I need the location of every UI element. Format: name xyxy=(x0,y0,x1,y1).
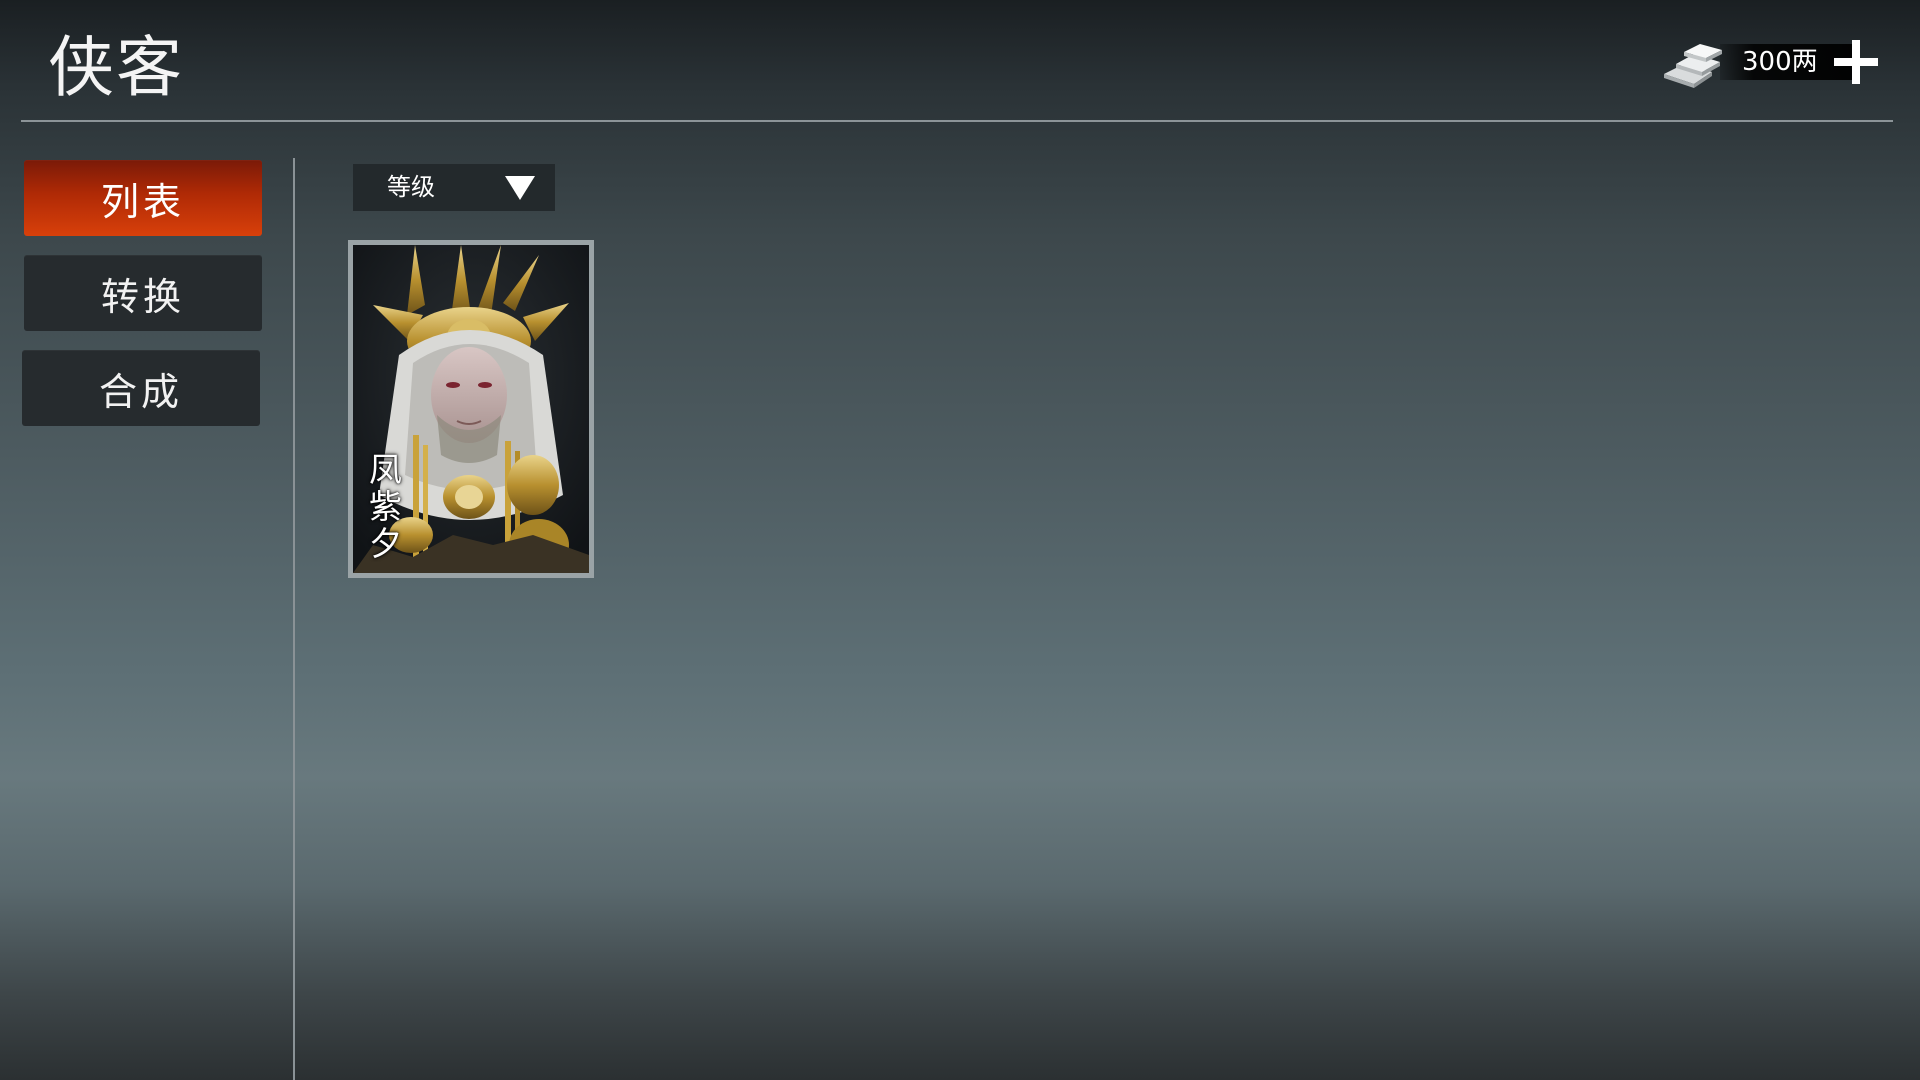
page-title: 侠客 xyxy=(48,29,184,106)
plus-icon-vertical xyxy=(1852,40,1860,84)
tab-list[interactable]: 列表 xyxy=(24,160,262,236)
character-portrait: 凤紫夕 xyxy=(353,245,589,573)
sort-label: 等级 xyxy=(387,173,435,201)
sort-dropdown[interactable]: 等级 xyxy=(353,164,555,211)
tab-synthesize[interactable]: 合成 xyxy=(22,350,260,426)
header-divider xyxy=(21,120,1893,122)
character-name: 凤紫夕 xyxy=(369,450,402,563)
sidebar-divider xyxy=(293,158,295,1080)
triangle-down-icon xyxy=(505,176,535,200)
currency-display: 300两 xyxy=(1660,34,1885,94)
add-currency-button[interactable] xyxy=(1832,38,1880,86)
tab-convert[interactable]: 转换 xyxy=(24,255,262,331)
character-card[interactable]: 凤紫夕 xyxy=(348,240,594,578)
currency-value: 300两 xyxy=(1742,47,1818,77)
silver-ingot-icon xyxy=(1664,44,1722,88)
